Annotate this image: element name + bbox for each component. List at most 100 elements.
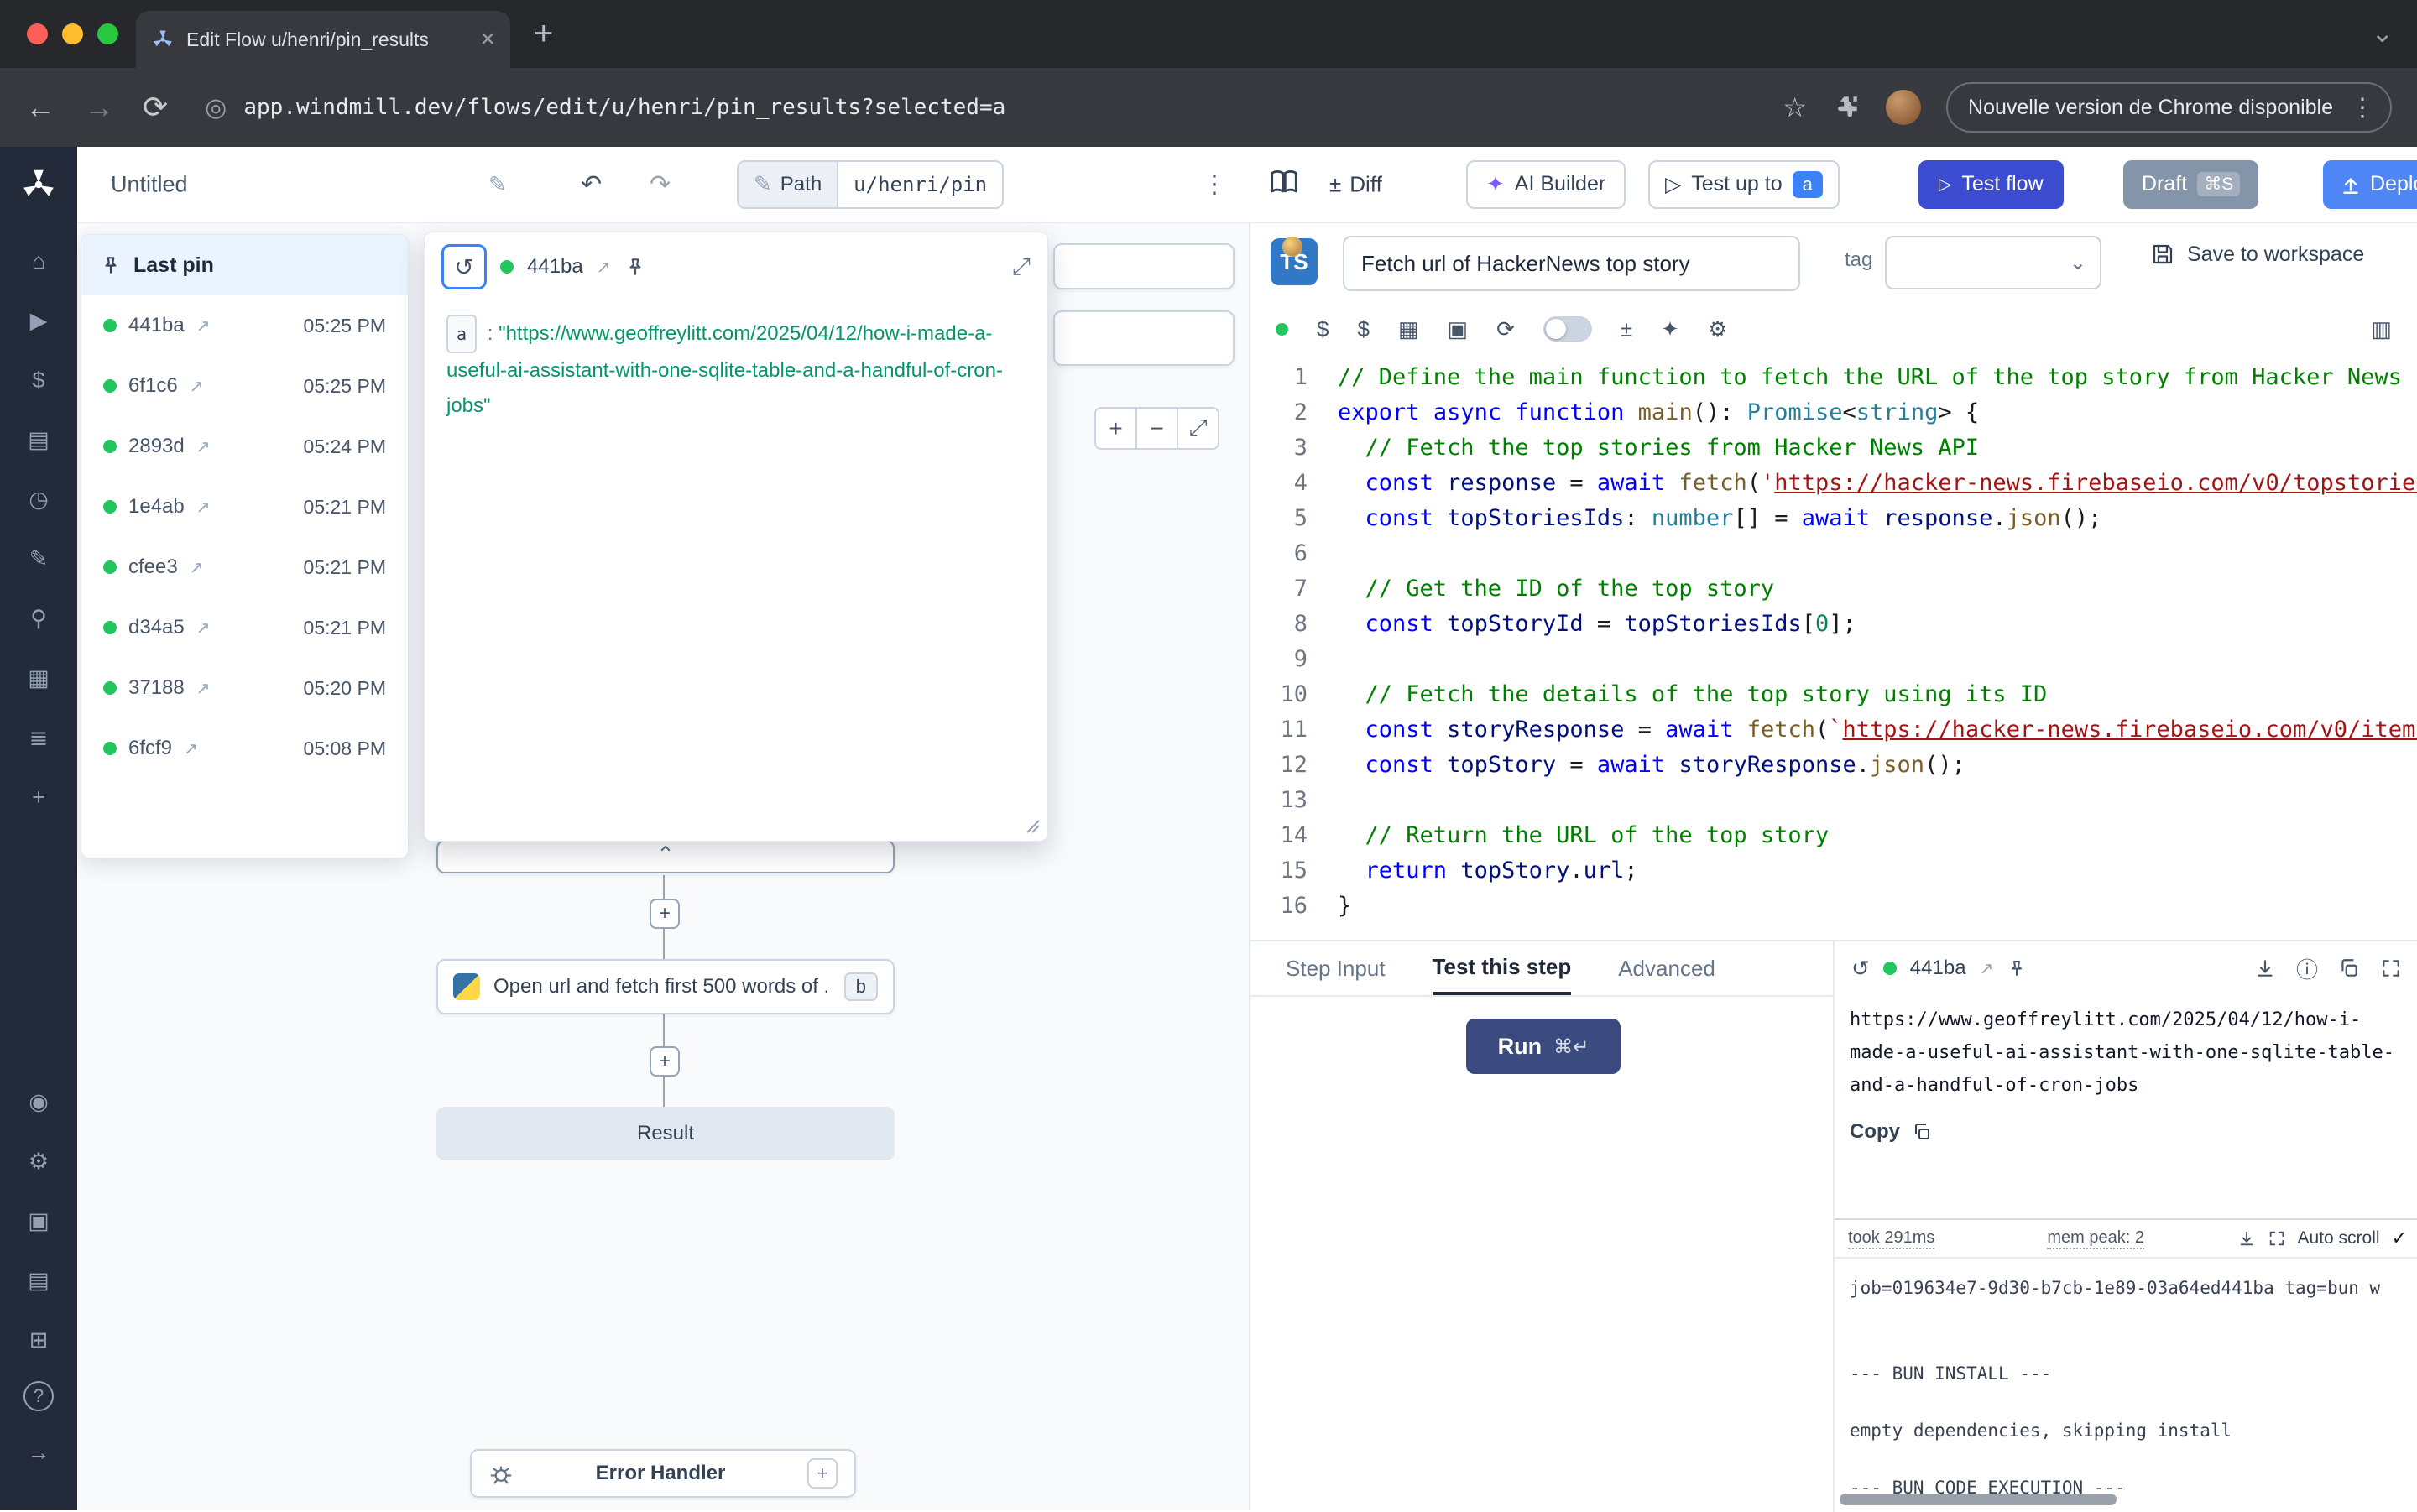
edit-title-pencil-icon[interactable]: ✎ <box>488 171 507 197</box>
undo-icon[interactable]: ↶ <box>581 169 602 199</box>
code-line[interactable]: 16} <box>1250 889 2417 924</box>
copy-button[interactable]: Copy <box>1850 1120 2404 1144</box>
code-line[interactable]: 8 const topStoryId = topStoriesIds[0]; <box>1250 607 2417 642</box>
tag-select[interactable]: ⌄ <box>1885 236 2101 289</box>
code-line[interactable]: 11 const storyResponse = await fetch(`ht… <box>1250 712 2417 748</box>
site-info-icon[interactable]: ◎ <box>205 93 227 123</box>
expand-icon[interactable]: ⤢ <box>1012 253 1031 281</box>
path-control[interactable]: ✎Path u/henri/pin <box>737 160 1004 209</box>
code-line[interactable]: 10 // Fetch the details of the top story… <box>1250 677 2417 712</box>
tab-close-icon[interactable]: × <box>480 25 495 54</box>
variable-picker-icon[interactable]: $ <box>1317 316 1329 342</box>
profile-avatar[interactable] <box>1886 90 1921 125</box>
code-line[interactable]: 4 const response = await fetch('https://… <box>1250 466 2417 501</box>
reset-icon[interactable]: ⟳ <box>1496 316 1515 342</box>
clipboard-icon[interactable] <box>2338 957 2360 979</box>
resize-handle[interactable] <box>1024 817 1041 834</box>
external-link-icon[interactable]: ↗ <box>190 376 204 397</box>
tab-advanced[interactable]: Advanced <box>1618 941 1715 995</box>
horizontal-scrollbar[interactable] <box>1840 1494 2117 1505</box>
flow-node-partial[interactable] <box>1053 243 1235 289</box>
groups-icon[interactable]: ⊞ <box>29 1322 49 1358</box>
download-icon[interactable] <box>2254 957 2276 979</box>
external-link-icon[interactable]: ↗ <box>597 257 611 278</box>
windmill-logo-icon[interactable] <box>19 165 58 204</box>
last-pin-header[interactable]: Last pin <box>81 235 408 295</box>
history-icon[interactable]: ↺ <box>1851 956 1870 982</box>
tab-step-input[interactable]: Step Input <box>1286 941 1386 995</box>
download-logs-icon[interactable] <box>2237 1229 2256 1248</box>
external-link-icon[interactable]: ↗ <box>196 618 211 639</box>
pin-icon[interactable] <box>2007 958 2027 978</box>
close-window-button[interactable] <box>27 23 48 44</box>
test-up-to-button[interactable]: ▷Test up toa <box>1648 160 1840 209</box>
fullscreen-icon[interactable] <box>2380 957 2402 979</box>
editor-settings-icon[interactable]: ⚙ <box>1708 316 1727 342</box>
back-icon[interactable]: ← <box>25 90 55 125</box>
flow-node-partial[interactable] <box>1053 310 1235 366</box>
schedules-icon[interactable]: ◷ <box>29 481 49 518</box>
code-line[interactable]: 3 // Fetch the top stories from Hacker N… <box>1250 430 2417 466</box>
pin-run-row[interactable]: 1e4ab↗05:21 PM <box>81 477 408 537</box>
pin-run-row[interactable]: 441ba↗05:25 PM <box>81 295 408 356</box>
scripts-icon[interactable]: ✎ <box>29 540 49 577</box>
external-link-icon[interactable]: ↗ <box>196 678 211 699</box>
history-button[interactable]: ↺ <box>441 244 487 289</box>
code-line[interactable]: 14 // Return the URL of the top story <box>1250 818 2417 853</box>
pin-icon[interactable] <box>624 256 646 278</box>
apps-icon[interactable]: ▦ <box>28 660 50 696</box>
insert-step-button[interactable]: + <box>650 899 680 929</box>
variables-icon[interactable]: $ <box>32 362 44 399</box>
auto-scroll-checkbox[interactable]: ✓ <box>2392 1228 2407 1249</box>
pin-run-row[interactable]: 6f1c6↗05:25 PM <box>81 356 408 416</box>
bookmark-star-icon[interactable]: ☆ <box>1783 91 1807 123</box>
diff-icon[interactable]: ± <box>1621 316 1632 342</box>
ai-builder-button[interactable]: ✦AI Builder <box>1466 160 1626 209</box>
result-node[interactable]: Result <box>436 1107 895 1160</box>
package-icon[interactable]: ▦ <box>1398 316 1419 342</box>
workers-icon[interactable]: ▣ <box>28 1202 50 1239</box>
flow-step-node[interactable]: Open url and fetch first 500 words of ..… <box>436 959 895 1014</box>
folders-icon[interactable]: ▤ <box>28 1262 50 1299</box>
info-icon[interactable]: ⓘ <box>2296 953 2318 984</box>
minimize-window-button[interactable] <box>62 23 83 44</box>
code-line[interactable]: 13 <box>1250 783 2417 818</box>
pin-run-row[interactable]: 2893d↗05:24 PM <box>81 416 408 477</box>
collapse-icon[interactable]: → <box>28 1434 50 1471</box>
zoom-in-button[interactable]: + <box>1094 407 1137 450</box>
metrics-chart-icon[interactable]: ▥ <box>2371 316 2392 342</box>
redo-icon[interactable]: ↷ <box>650 169 671 199</box>
code-line[interactable]: 1// Define the main function to fetch th… <box>1250 360 2417 395</box>
zoom-out-button[interactable]: − <box>1135 407 1178 450</box>
resource-picker-icon[interactable]: $ <box>1357 316 1369 342</box>
external-link-icon[interactable]: ↗ <box>190 557 204 578</box>
code-line[interactable]: 2export async function main(): Promise<s… <box>1250 395 2417 430</box>
resources-icon[interactable]: ▤ <box>28 421 50 458</box>
browser-menu-icon[interactable]: ⋮ <box>2345 93 2380 123</box>
docs-book-icon[interactable] <box>1269 167 1299 201</box>
external-link-icon[interactable]: ↗ <box>196 436 211 457</box>
new-tab-button[interactable]: + <box>534 15 553 53</box>
insert-step-button[interactable]: + <box>650 1046 680 1077</box>
code-line[interactable]: 12 const topStory = await storyResponse.… <box>1250 748 2417 783</box>
more-options-icon[interactable]: ⋮ <box>1202 169 1227 199</box>
add-error-handler-button[interactable]: + <box>807 1458 838 1489</box>
extensions-icon[interactable] <box>1832 93 1861 122</box>
run-button[interactable]: Run ⌘↵ <box>1466 1019 1621 1074</box>
external-link-icon[interactable]: ↗ <box>196 315 211 336</box>
maximize-window-button[interactable] <box>97 23 118 44</box>
pin-run-row[interactable]: 6fcf9↗05:08 PM <box>81 718 408 779</box>
draft-button[interactable]: Draft⌘S <box>2123 160 2258 209</box>
save-to-workspace-button[interactable]: Save to workspace <box>2150 242 2364 267</box>
forward-icon[interactable]: → <box>84 90 114 125</box>
package2-icon[interactable]: ▣ <box>1448 316 1469 342</box>
external-link-icon[interactable]: ↗ <box>196 497 211 518</box>
external-link-icon[interactable]: ↗ <box>184 738 198 759</box>
test-flow-button[interactable]: ▷Test flow <box>1918 160 2064 209</box>
expand-logs-icon[interactable] <box>2268 1229 2286 1248</box>
code-editor[interactable]: 1// Define the main function to fetch th… <box>1250 360 2417 940</box>
chrome-update-button[interactable]: Nouvelle version de Chrome disponible ⋮ <box>1946 82 2392 133</box>
help-icon[interactable]: ? <box>23 1381 54 1411</box>
pin-run-row[interactable]: d34a5↗05:21 PM <box>81 597 408 658</box>
collapse-chevron-icon[interactable]: ⌃ <box>656 842 675 867</box>
